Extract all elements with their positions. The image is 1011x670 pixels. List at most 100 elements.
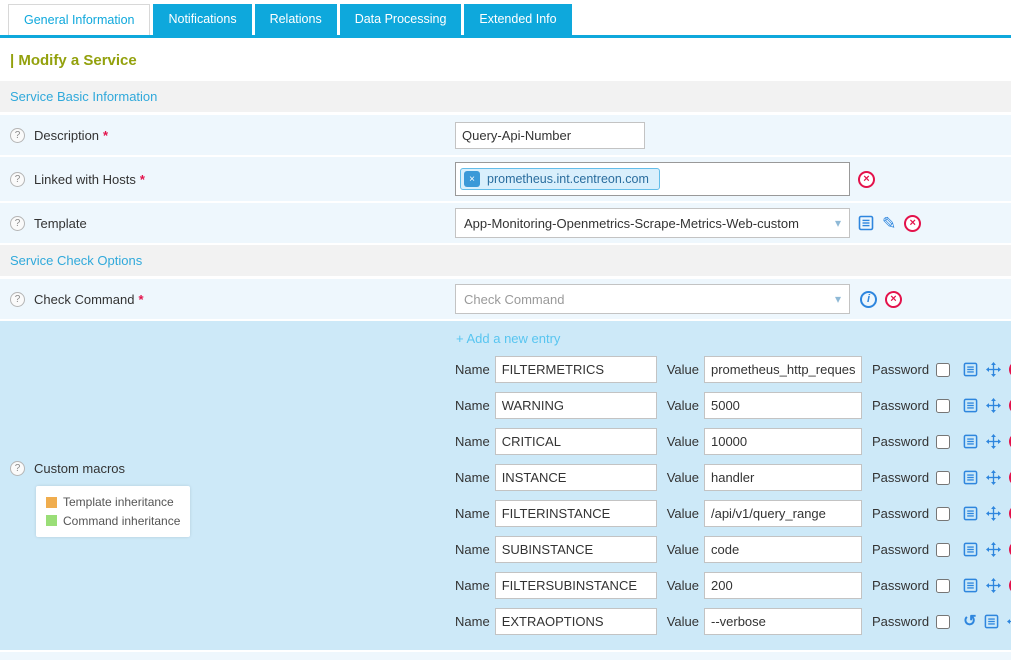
- macro-name-label: Name: [455, 506, 490, 521]
- move-icon[interactable]: [986, 434, 1001, 449]
- required-mark: *: [103, 128, 108, 143]
- macro-name-input[interactable]: [495, 608, 657, 635]
- password-checkbox[interactable]: [936, 363, 950, 377]
- macro-password-label: Password: [872, 614, 929, 629]
- tab-notifications[interactable]: Notifications: [153, 4, 251, 35]
- list-icon[interactable]: [963, 506, 978, 521]
- move-icon[interactable]: [986, 542, 1001, 557]
- move-icon[interactable]: [986, 506, 1001, 521]
- password-checkbox[interactable]: [936, 579, 950, 593]
- macro-value-input[interactable]: [704, 428, 862, 455]
- clear-template-icon[interactable]: ×: [904, 215, 921, 232]
- add-macro-link[interactable]: + Add a new entry: [456, 331, 560, 346]
- macro-name-label: Name: [455, 434, 490, 449]
- description-input[interactable]: [455, 122, 645, 149]
- macro-value-label: Value: [667, 614, 699, 629]
- move-icon[interactable]: [986, 398, 1001, 413]
- macro-name-input[interactable]: [495, 572, 657, 599]
- macro-value-input[interactable]: [704, 608, 862, 635]
- help-icon[interactable]: ?: [10, 292, 25, 307]
- view-template-icon[interactable]: [858, 215, 874, 231]
- password-checkbox[interactable]: [936, 399, 950, 413]
- host-chip-label: prometheus.int.centreon.com: [487, 172, 649, 186]
- undo-icon[interactable]: ↺: [963, 614, 976, 630]
- move-icon[interactable]: [986, 470, 1001, 485]
- macro-row: Name Value Password ↺: [455, 500, 1011, 527]
- macro-name-input[interactable]: [495, 464, 657, 491]
- chevron-down-icon: ▾: [835, 216, 841, 230]
- list-icon[interactable]: [963, 542, 978, 557]
- macro-rows: Name Value Password ↺: [455, 356, 1011, 635]
- macro-value-label: Value: [667, 506, 699, 521]
- macro-value-input[interactable]: [704, 536, 862, 563]
- description-label: Description: [34, 128, 99, 143]
- chevron-down-icon: ▾: [835, 292, 841, 306]
- legend-command-inheritance: Command inheritance: [46, 512, 180, 531]
- password-checkbox[interactable]: [936, 471, 950, 485]
- tab-relations[interactable]: Relations: [255, 4, 337, 35]
- orange-swatch-icon: [46, 497, 57, 508]
- macro-row: Name Value Password ↺: [455, 428, 1011, 455]
- custom-macros-section: ? Custom macros Template inheritance Com…: [0, 321, 1011, 650]
- macro-password-label: Password: [872, 506, 929, 521]
- help-icon[interactable]: ?: [10, 461, 25, 476]
- list-icon[interactable]: [963, 470, 978, 485]
- undo-glyph: ↺: [963, 614, 976, 630]
- template-select[interactable]: App-Monitoring-Openmetrics-Scrape-Metric…: [455, 208, 850, 238]
- clear-check-command-icon[interactable]: ×: [885, 291, 902, 308]
- macro-value-input[interactable]: [704, 572, 862, 599]
- macro-value-input[interactable]: [704, 500, 862, 527]
- remove-host-icon[interactable]: ×: [464, 171, 480, 187]
- macro-row: Name Value Password ↺: [455, 536, 1011, 563]
- help-icon[interactable]: ?: [10, 216, 25, 231]
- help-icon[interactable]: ?: [10, 172, 25, 187]
- linked-hosts-input[interactable]: × prometheus.int.centreon.com: [455, 162, 850, 196]
- list-icon[interactable]: [963, 362, 978, 377]
- tab-data-processing[interactable]: Data Processing: [340, 4, 462, 35]
- macro-value-input[interactable]: [704, 392, 862, 419]
- help-icon[interactable]: ?: [10, 128, 25, 143]
- info-icon[interactable]: i: [860, 291, 877, 308]
- row-description: ? Description *: [0, 115, 1011, 155]
- list-icon[interactable]: [984, 614, 999, 629]
- password-checkbox[interactable]: [936, 615, 950, 629]
- clear-hosts-icon[interactable]: ×: [858, 171, 875, 188]
- macro-name-input[interactable]: [495, 428, 657, 455]
- macro-name-input[interactable]: [495, 500, 657, 527]
- macro-password-label: Password: [872, 362, 929, 377]
- tab-extended-info[interactable]: Extended Info: [464, 4, 571, 35]
- list-icon[interactable]: [963, 578, 978, 593]
- row-check-command: ? Check Command * Check Command ▾ i ×: [0, 279, 1011, 319]
- password-checkbox[interactable]: [936, 507, 950, 521]
- macro-name-label: Name: [455, 470, 490, 485]
- macro-value-label: Value: [667, 578, 699, 593]
- macro-name-input[interactable]: [495, 392, 657, 419]
- move-icon[interactable]: [986, 362, 1001, 377]
- macro-row: Name Value Password ↺: [455, 392, 1011, 419]
- legend-template-label: Template inheritance: [63, 493, 174, 512]
- move-icon[interactable]: [1007, 614, 1011, 629]
- edit-template-icon[interactable]: ✎: [882, 215, 896, 232]
- macro-password-label: Password: [872, 434, 929, 449]
- macro-password-label: Password: [872, 542, 929, 557]
- password-checkbox[interactable]: [936, 435, 950, 449]
- macro-value-input[interactable]: [704, 464, 862, 491]
- macro-value-label: Value: [667, 470, 699, 485]
- check-command-select[interactable]: Check Command ▾: [455, 284, 850, 314]
- macro-value-input[interactable]: [704, 356, 862, 383]
- tab-general-information[interactable]: General Information: [8, 4, 150, 35]
- password-checkbox[interactable]: [936, 543, 950, 557]
- template-selected-value: App-Monitoring-Openmetrics-Scrape-Metric…: [464, 216, 799, 231]
- macro-name-input[interactable]: [495, 536, 657, 563]
- macros-legend: Template inheritance Command inheritance: [36, 486, 190, 537]
- required-mark: *: [140, 172, 145, 187]
- macro-name-label: Name: [455, 614, 490, 629]
- move-icon[interactable]: [986, 578, 1001, 593]
- macro-password-label: Password: [872, 398, 929, 413]
- macro-name-label: Name: [455, 398, 490, 413]
- list-icon[interactable]: [963, 398, 978, 413]
- macro-name-label: Name: [455, 542, 490, 557]
- macro-name-input[interactable]: [495, 356, 657, 383]
- host-chip: × prometheus.int.centreon.com: [460, 168, 660, 190]
- list-icon[interactable]: [963, 434, 978, 449]
